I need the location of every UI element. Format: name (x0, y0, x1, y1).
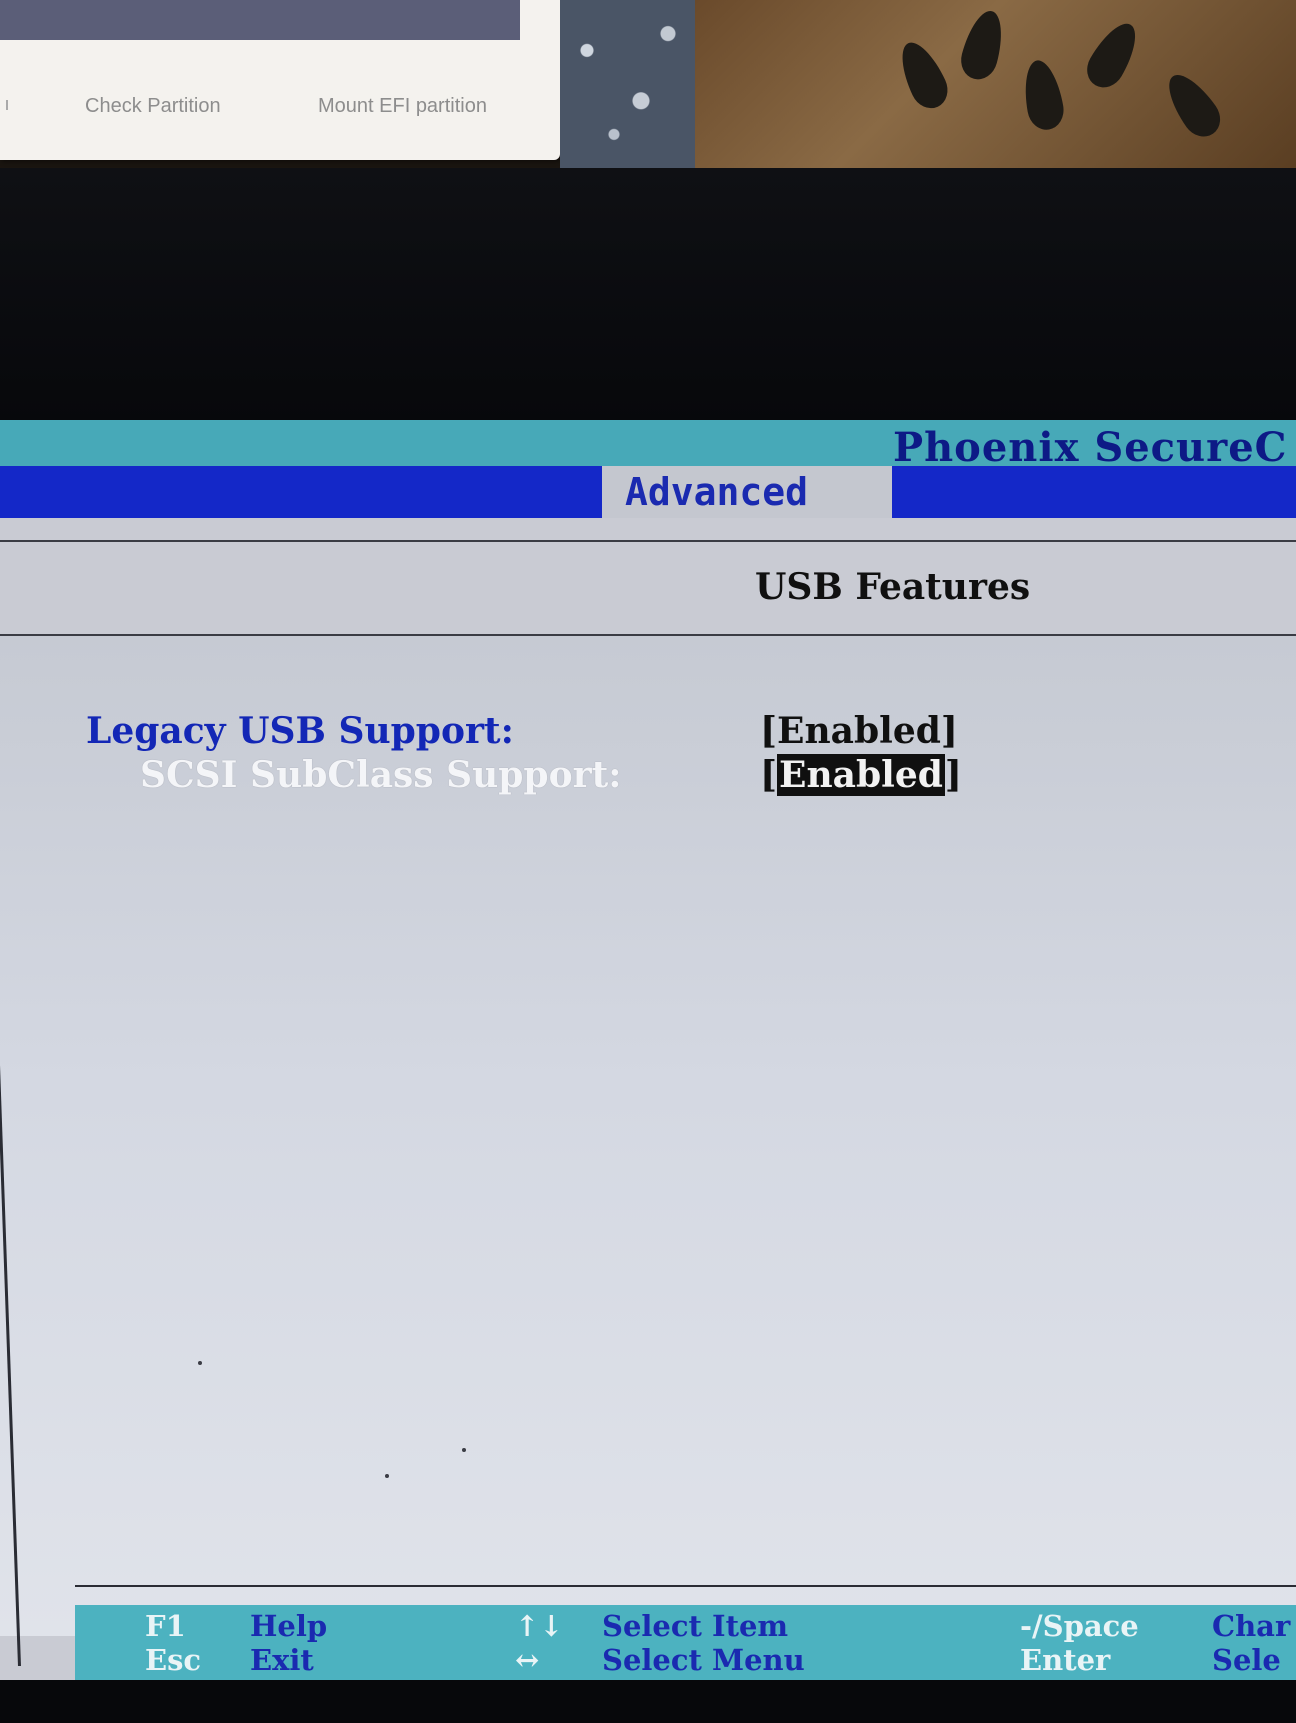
bracket-close: ] (944, 754, 962, 796)
footer-help-text: Help (250, 1609, 328, 1643)
plant-leaf (1079, 15, 1147, 95)
selected-value-highlight[interactable]: Enabled (777, 754, 945, 796)
laptop-bezel (0, 168, 1296, 423)
section-title: USB Features (755, 566, 1031, 608)
setting-value-legacy-usb[interactable]: [Enabled] (760, 710, 958, 752)
photo-background: Check Partition Mount EFI partition (0, 0, 1296, 168)
plant-leaf (891, 35, 955, 115)
footer-key-enter: Enter (1020, 1643, 1111, 1677)
setting-value-scsi-subclass[interactable]: [Enabled] (760, 754, 962, 796)
background-monitor-window: Check Partition Mount EFI partition (0, 0, 560, 160)
setting-row-scsi-subclass[interactable]: SCSI SubClass Support: (140, 754, 622, 796)
bios-screen: Phoenix SecureC Advanced USB Features Le… (0, 420, 1296, 1680)
footer-divider (75, 1585, 1296, 1587)
laptop-bottom-bezel (0, 1680, 1296, 1723)
footer-select-item-text: Select Item (602, 1609, 789, 1643)
footer-change-text: Char (1212, 1609, 1291, 1643)
patterned-fabric (560, 0, 695, 168)
header-divider (0, 540, 1296, 542)
wall-background (695, 0, 1296, 168)
check-partition-button[interactable]: Check Partition (85, 95, 221, 118)
footer-exit-text: Exit (250, 1643, 314, 1677)
setting-row-legacy-usb[interactable]: Legacy USB Support: (86, 710, 514, 752)
background-divider (6, 100, 8, 110)
screen-speck (198, 1361, 202, 1365)
screen-speck (462, 1448, 466, 1452)
mount-efi-partition-button[interactable]: Mount EFI partition (318, 95, 487, 118)
bracket-open: [ (760, 754, 778, 796)
left-right-arrows-icon: ↔ (515, 1643, 540, 1677)
background-window-bar (0, 0, 520, 40)
bios-footer: F1 Help Esc Exit ↑↓ Select Item ↔ Select… (75, 1605, 1296, 1680)
screen-speck (385, 1474, 389, 1478)
footer-select-text: Sele (1212, 1643, 1281, 1677)
footer-key-esc: Esc (145, 1643, 202, 1677)
setting-label: Legacy USB Support: (86, 710, 514, 752)
bios-title: Phoenix SecureC (893, 424, 1288, 471)
plant-leaf (1019, 57, 1067, 133)
tab-advanced-label: Advanced (625, 470, 809, 514)
setting-value-text: [Enabled] (760, 710, 958, 752)
up-down-arrows-icon: ↑↓ (515, 1609, 564, 1643)
plant-leaf (956, 6, 1010, 84)
setting-label: SCSI SubClass Support: (140, 754, 622, 796)
footer-key-minus-space: -/Space (1020, 1609, 1139, 1643)
plant-leaf (1158, 66, 1228, 144)
footer-key-f1: F1 (145, 1609, 186, 1643)
footer-select-menu-text: Select Menu (602, 1643, 805, 1677)
